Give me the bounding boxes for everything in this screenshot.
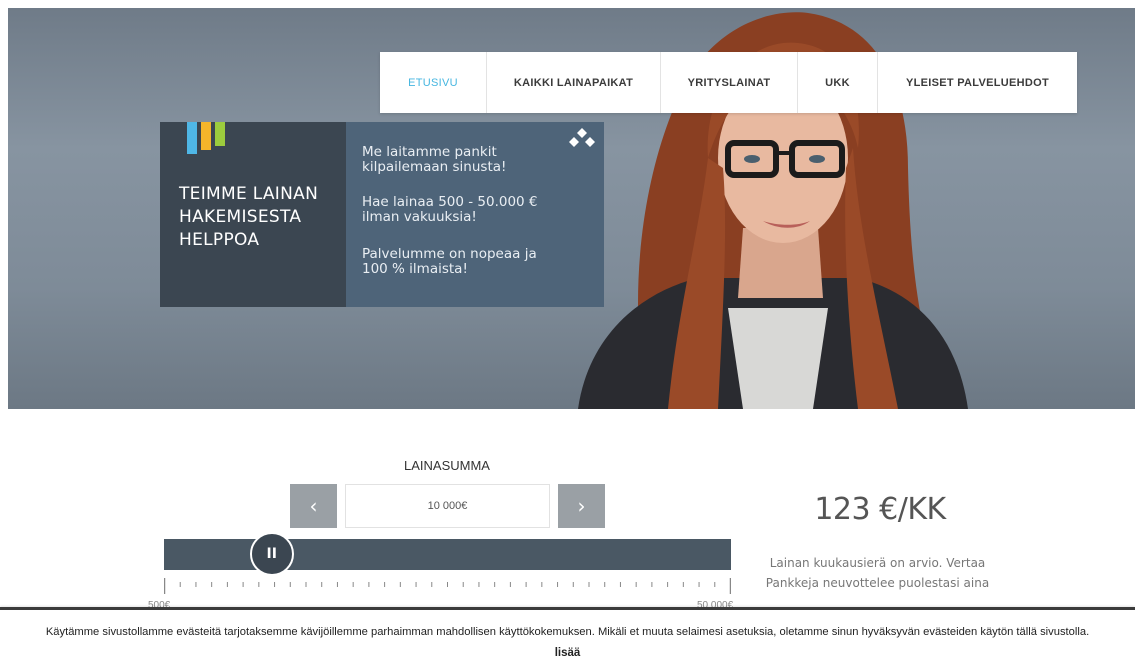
brand-bar-green [215, 122, 225, 146]
monthly-payment-note: Lainan kuukausierä on arvio. Vertaa Pank… [765, 556, 990, 590]
nav-item-yrityslainat[interactable]: YRITYSLAINAT [661, 52, 798, 113]
brand-bar-yellow [201, 122, 211, 150]
nav-item-ukk[interactable]: UKK [798, 52, 878, 113]
hero-pitch-line-1: Me laitamme pankit kilpailemaan sinusta! [362, 144, 507, 175]
pause-bars-icon: II [266, 546, 277, 562]
slider-ticks [164, 578, 731, 594]
nav-item-etusivu[interactable]: ETUSIVU [380, 52, 487, 113]
loan-amount-input[interactable] [345, 484, 550, 528]
hero-pitch-line-2: Hae lainaa 500 - 50.000 € ilman vakuuksi… [362, 194, 538, 225]
chevron-left-icon: ‹ [309, 494, 318, 518]
hero-headline: TEIMME LAINAN HAKEMISESTA HELPPOA [179, 184, 319, 250]
monthly-payment-value: 123 €/KK [814, 492, 946, 527]
decrease-amount-button[interactable]: ‹ [290, 484, 337, 528]
increase-amount-button[interactable]: › [558, 484, 605, 528]
diamonds-logo-icon [569, 128, 595, 147]
slider-handle[interactable]: II [249, 532, 294, 576]
chevron-right-icon: › [577, 494, 586, 518]
brand-bar-blue [187, 122, 197, 154]
main-navigation: ETUSIVU KAIKKI LAINAPAIKAT YRITYSLAINAT … [380, 52, 1077, 113]
cookie-consent-text: Käytämme sivustollamme evästeitä tarjota… [45, 626, 1090, 638]
nav-item-kaikki-lainapaikat[interactable]: KAIKKI LAINAPAIKAT [487, 52, 661, 113]
loan-amount-title: LAINASUMMA [404, 458, 490, 473]
brand-bars-logo [187, 122, 227, 154]
cookie-more-link[interactable]: lisää [0, 647, 1135, 659]
nav-item-yleiset-palveluehdot[interactable]: YLEISET PALVELUEHDOT [878, 52, 1077, 113]
cookie-consent-bar: Käytämme sivustollamme evästeitä tarjota… [0, 607, 1135, 663]
hero-pitch-line-3: Palvelumme on nopeaa ja 100 % ilmaista! [362, 246, 537, 277]
